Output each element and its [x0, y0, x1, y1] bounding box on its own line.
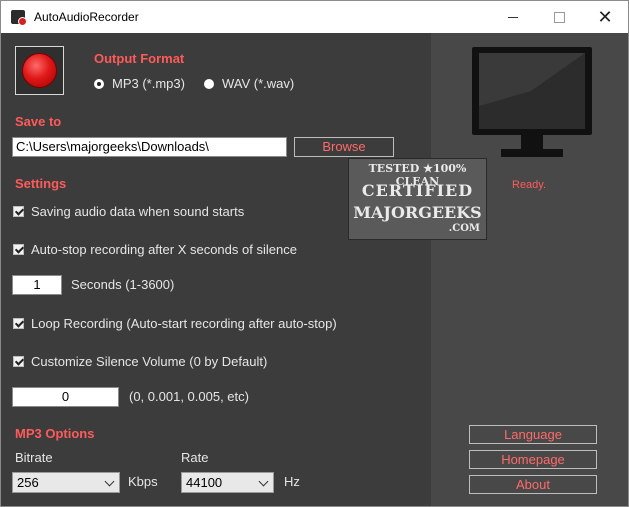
saving-on-sound-checkbox[interactable]: [13, 206, 24, 217]
silence-volume-hint: (0, 0.001, 0.005, etc): [129, 389, 249, 404]
chevron-down-icon: [104, 476, 115, 487]
title-bar: AutoAudioRecorder ✕: [1, 1, 628, 33]
minimize-icon: [508, 16, 518, 18]
homepage-button[interactable]: Homepage: [469, 450, 597, 469]
mp3-radio[interactable]: [94, 79, 104, 89]
silence-volume-checkbox[interactable]: [13, 356, 24, 367]
app-window: AutoAudioRecorder ✕ Output Format MP3 (*…: [0, 0, 629, 507]
maximize-icon: [553, 11, 565, 23]
watermark-line4: .COM: [448, 223, 480, 234]
chevron-down-icon: [258, 476, 269, 487]
monitor-icon: [472, 47, 592, 157]
save-to-heading: Save to: [15, 114, 62, 129]
rate-select-value: 44100: [186, 475, 223, 490]
loop-recording-checkbox[interactable]: [13, 318, 24, 329]
bitrate-select[interactable]: 256: [12, 472, 120, 493]
browse-button[interactable]: Browse: [294, 137, 394, 157]
wav-radio-label[interactable]: WAV (*.wav): [222, 76, 294, 91]
record-icon: [22, 53, 57, 88]
seconds-label: Seconds (1-3600): [71, 277, 175, 292]
bitrate-unit: Kbps: [128, 474, 158, 489]
app-icon: [11, 10, 27, 26]
output-format-heading: Output Format: [94, 51, 185, 66]
majorgeeks-watermark: TESTED ★100% CLEAN CERTIFIED MAJORGEEKS …: [348, 158, 487, 240]
maximize-button[interactable]: [536, 1, 582, 33]
window-title: AutoAudioRecorder: [34, 10, 139, 24]
watermark-line2: CERTIFIED: [361, 181, 474, 200]
close-icon: ✕: [597, 6, 613, 27]
mp3-options-heading: MP3 Options: [15, 426, 95, 441]
silence-volume-label[interactable]: Customize Silence Volume (0 by Default): [31, 354, 267, 369]
rate-unit: Hz: [284, 474, 300, 489]
minimize-button[interactable]: [490, 1, 536, 33]
bitrate-label: Bitrate: [15, 450, 53, 465]
loop-recording-label[interactable]: Loop Recording (Auto-start recording aft…: [31, 316, 337, 331]
settings-panel: Output Format MP3 (*.mp3) WAV (*.wav) Sa…: [1, 33, 431, 506]
status-text: Ready.: [512, 179, 547, 191]
language-button[interactable]: Language: [469, 425, 597, 444]
auto-stop-label[interactable]: Auto-stop recording after X seconds of s…: [31, 242, 297, 257]
record-button[interactable]: [15, 46, 64, 95]
wav-radio[interactable]: [204, 79, 214, 89]
about-button[interactable]: About: [469, 475, 597, 494]
status-panel: Ready. Language Homepage About: [431, 33, 628, 506]
auto-stop-checkbox[interactable]: [13, 244, 24, 255]
settings-heading: Settings: [15, 176, 67, 191]
saving-on-sound-label[interactable]: Saving audio data when sound starts: [31, 204, 244, 219]
mp3-radio-label[interactable]: MP3 (*.mp3): [112, 76, 185, 91]
close-button[interactable]: ✕: [582, 1, 628, 33]
seconds-input[interactable]: 1: [12, 275, 62, 295]
watermark-line3: MAJORGEEKS: [353, 203, 482, 222]
bitrate-select-value: 256: [17, 475, 39, 490]
save-path-input[interactable]: C:\Users\majorgeeks\Downloads\: [12, 137, 287, 157]
silence-volume-input[interactable]: 0: [12, 387, 119, 407]
rate-select[interactable]: 44100: [181, 472, 274, 493]
rate-label: Rate: [181, 450, 209, 465]
